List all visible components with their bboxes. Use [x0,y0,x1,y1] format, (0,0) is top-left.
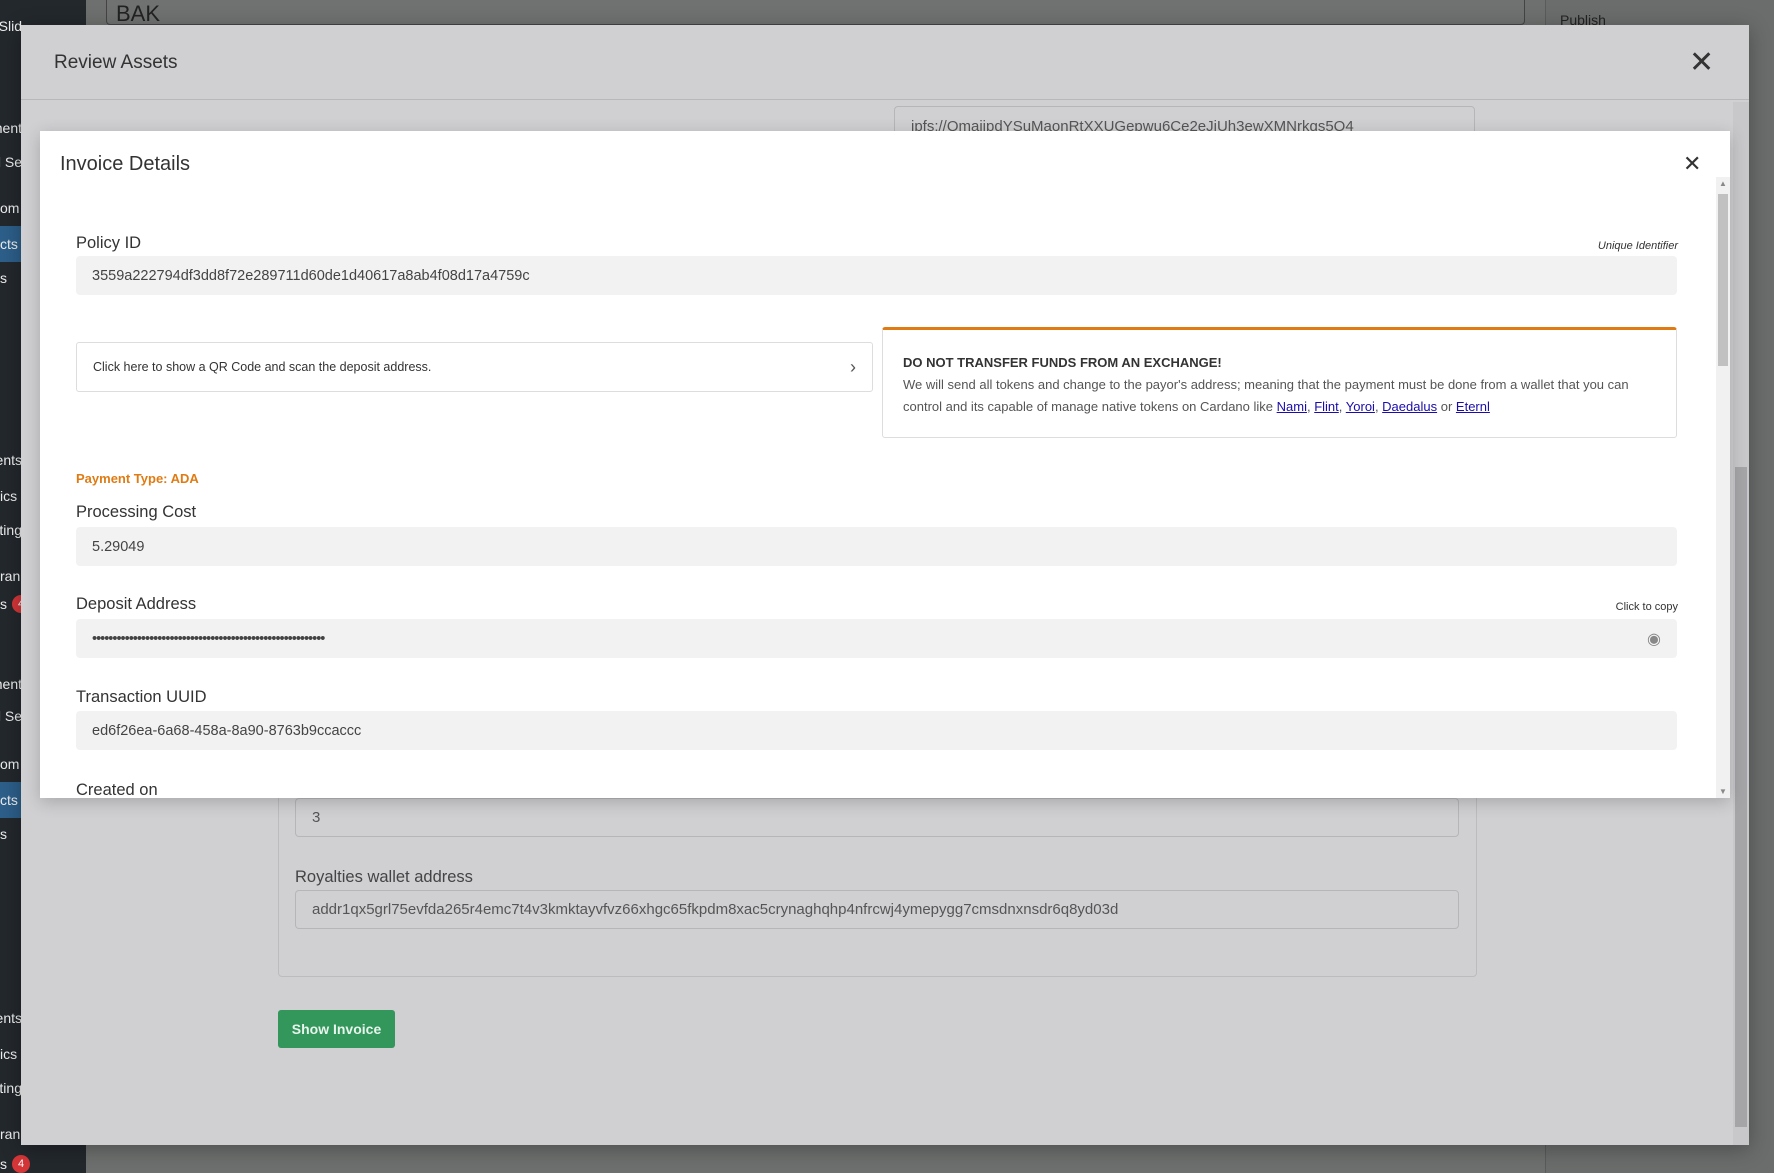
transaction-uuid-label: Transaction UUID [76,688,207,706]
wallet-link-nami[interactable]: Nami [1277,399,1307,414]
outer-scrollbar[interactable] [1733,102,1749,1145]
sidebar-item[interactable]: om [0,756,22,772]
sidebar-item[interactable]: l Se [0,154,22,170]
qr-prompt-text: Click here to show a QR Code and scan th… [93,360,432,374]
notification-badge: 4 [12,1155,30,1173]
processing-cost-field[interactable]: 5.29049 [76,527,1677,566]
sidebar-item[interactable]: ment [0,120,22,136]
show-invoice-button[interactable]: Show Invoice [278,1010,395,1048]
sidebar-item[interactable]: r Slid [0,18,22,34]
wallet-link-daedalus[interactable]: Daedalus [1382,399,1437,414]
policy-id-hint: Unique Identifier [1597,240,1678,252]
sidebar-item[interactable]: ics [0,488,22,504]
modal-header: Review Assets ✕ [21,25,1749,100]
sidebar-item[interactable]: ment [0,676,22,692]
deposit-address-label: Deposit Address [76,595,197,613]
quantity-input[interactable]: 3 [295,798,1459,837]
sidebar-item[interactable]: ics [0,1046,22,1062]
or-text: or [1440,399,1453,414]
sidebar-item[interactable]: ting [0,1080,22,1096]
show-qr-code-button[interactable]: Click here to show a QR Code and scan th… [76,342,873,392]
transaction-uuid-field[interactable]: ed6f26ea-6a68-458a-8a90-8763b9ccaccc [76,711,1677,750]
close-icon[interactable]: ✕ [1683,151,1701,177]
warning-text: We will send all tokens and change to th… [903,377,1629,414]
modal-title: Review Assets [54,52,178,73]
scroll-down-icon[interactable]: ▼ [1719,787,1727,796]
sidebar-item[interactable]: s [0,826,22,842]
scroll-up-icon[interactable]: ▲ [1719,179,1727,188]
sidebar-item[interactable]: ran [0,1126,22,1142]
policy-id-label: Policy ID [76,234,142,252]
royalties-input[interactable]: addr1qx5grl75evfda265r4emc7t4v3kmktayvfv… [295,890,1459,929]
wallet-link-yoroi[interactable]: Yoroi [1346,399,1375,414]
sidebar-item[interactable]: s [0,270,22,286]
sidebar-item[interactable]: ents [0,452,22,468]
royalties-label: Royalties wallet address [295,868,473,886]
invoice-details-modal: Invoice Details ✕ Policy ID Unique Ident… [40,131,1730,798]
scrollbar-thumb[interactable] [1718,194,1728,366]
sidebar-item[interactable]: ran [0,568,22,584]
modal-title: Invoice Details [60,153,191,175]
post-title-input[interactable]: BAK [106,0,1525,26]
policy-id-field[interactable]: 3559a222794df3dd8f72e289711d60de1d40617a… [76,256,1677,295]
warning-title: DO NOT TRANSFER FUNDS FROM AN EXCHANGE! [903,355,1222,370]
sidebar-item[interactable]: l Se [0,708,22,724]
deposit-address-field[interactable]: ••••••••••••••••••••••••••••••••••••••••… [76,619,1677,658]
payment-type: Payment Type: ADA [76,471,199,486]
wallet-link-eternl[interactable]: Eternl [1456,399,1490,414]
sidebar-item[interactable]: cts [0,226,22,262]
sidebar-item[interactable]: ting [0,522,22,538]
created-on-label: Created on [76,781,158,798]
deposit-address-value: ••••••••••••••••••••••••••••••••••••••••… [92,630,325,647]
chevron-right-icon: › [850,356,856,377]
inner-scrollbar[interactable]: ▲ ▼ [1716,177,1730,798]
exchange-warning: DO NOT TRANSFER FUNDS FROM AN EXCHANGE! … [882,327,1677,438]
eye-icon[interactable]: ◉ [1647,629,1661,649]
click-to-copy[interactable]: Click to copy [1616,601,1678,613]
sidebar-item[interactable]: om [0,200,22,216]
processing-cost-label: Processing Cost [76,503,197,521]
sidebar-item[interactable]: cts [0,782,22,818]
sidebar-item[interactable]: ents [0,1010,22,1026]
scrollbar-thumb[interactable] [1735,467,1747,1127]
close-icon[interactable]: ✕ [1689,45,1714,80]
wallet-link-flint[interactable]: Flint [1314,399,1339,414]
